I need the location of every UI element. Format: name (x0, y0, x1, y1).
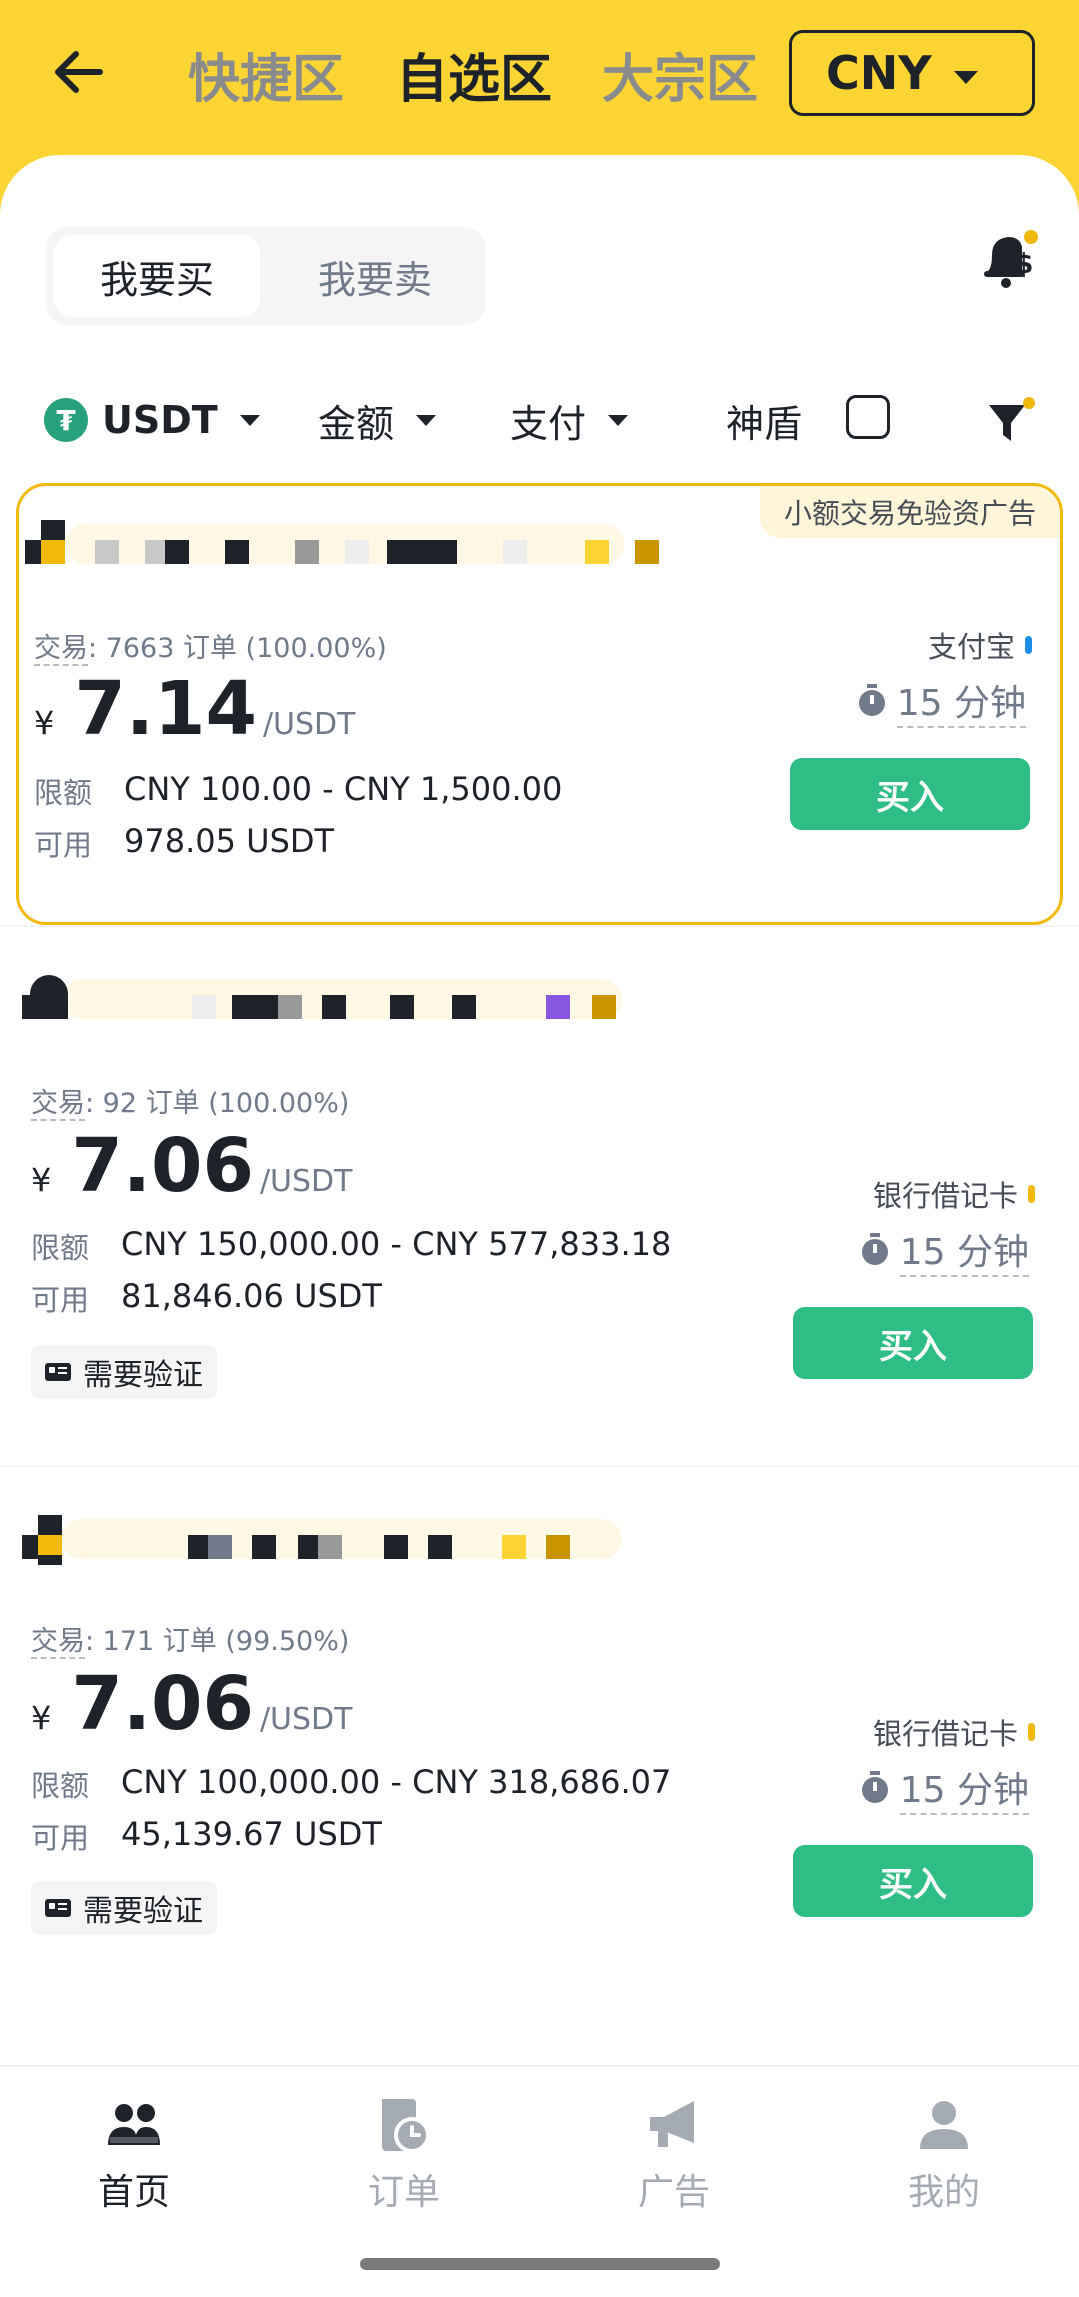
verify-badge: 需要验证 (31, 1345, 217, 1399)
shield-checkbox[interactable] (846, 395, 890, 439)
buy-sell-toggle: 我要买 我要卖 (46, 227, 486, 325)
limit-row: 限额 CNY 100,000.00 - CNY 318,686.07 (31, 1763, 672, 1803)
available-row: 可用 978.05 USDT (34, 822, 335, 862)
merchant-name-mosaic (22, 1515, 662, 1565)
id-card-icon (45, 1363, 71, 1381)
payment-time: 15 分钟 (860, 1223, 1029, 1277)
home-indicator (360, 2258, 720, 2270)
chevron-down-icon (416, 414, 437, 426)
ad-tag: 小额交易免验资广告 (759, 486, 1060, 538)
payment-time: 15 分钟 (860, 1761, 1029, 1815)
payment-time: 15 分钟 (857, 674, 1026, 728)
back-arrow-icon[interactable] (50, 42, 110, 102)
nav-profile[interactable]: 我的 (874, 2095, 1014, 2215)
limit-row: 限额 CNY 100.00 - CNY 1,500.00 (34, 770, 563, 810)
filter-bar: ₮ USDT 金额 支付 神盾 (0, 375, 1079, 465)
user-icon (920, 2101, 968, 2149)
payment-color-bar (1028, 1185, 1035, 1203)
limit-row: 限额 CNY 150,000.00 - CNY 577,833.18 (31, 1225, 672, 1265)
payment-color-bar (1028, 1723, 1035, 1741)
asset-label: USDT (102, 398, 218, 442)
tab-quick[interactable]: 快捷区 (188, 44, 344, 116)
timer-icon (858, 684, 885, 716)
people-icon (108, 2104, 160, 2145)
currency-selector[interactable]: CNY (789, 30, 1035, 116)
timer-icon (861, 1771, 888, 1803)
available-row: 可用 45,139.67 USDT (31, 1815, 382, 1855)
main-panel: 我要买 我要卖 $ ₮ USDT 金额 支付 神盾 小额交易免验资广告 交易: … (0, 155, 1079, 2065)
id-card-icon (45, 1899, 71, 1917)
top-header: 快捷区 自选区 大宗区 CNY (0, 0, 1079, 160)
payment-color-bar (1025, 636, 1032, 654)
verify-badge: 需要验证 (31, 1881, 217, 1935)
amount-filter[interactable]: 金额 (318, 375, 437, 465)
tether-icon: ₮ (44, 398, 88, 442)
timer-icon (861, 1233, 888, 1265)
buy-button[interactable]: 买入 (793, 1307, 1033, 1379)
buy-button[interactable]: 买入 (793, 1845, 1033, 1917)
ad-card: 交易: 171 订单 (99.50%) ¥ 7.06 /USDT 限额 CNY … (16, 1465, 1063, 2005)
price: ¥ 7.06 /USDT (31, 1661, 353, 1747)
nav-home[interactable]: 首页 (64, 2095, 204, 2215)
sell-toggle[interactable]: 我要卖 (272, 235, 478, 317)
svg-text:$: $ (1014, 247, 1033, 280)
bell-dollar-icon[interactable]: $ (980, 227, 1040, 297)
nav-orders[interactable]: 订单 (334, 2095, 474, 2215)
trade-stats: 交易: 7663 订单 (100.00%) (34, 633, 387, 666)
price: ¥ 7.06 /USDT (31, 1123, 353, 1209)
payment-method: 支付宝 (928, 624, 1032, 666)
payment-method: 银行借记卡 (873, 1173, 1035, 1215)
payment-label: 支付 (510, 401, 587, 446)
payment-filter[interactable]: 支付 (510, 375, 629, 465)
payment-method: 银行借记卡 (873, 1711, 1035, 1753)
currency-label: CNY (826, 46, 932, 100)
buy-toggle[interactable]: 我要买 (54, 235, 260, 317)
merchant-name-mosaic (25, 520, 665, 570)
buy-button[interactable]: 买入 (790, 758, 1030, 830)
nav-ads[interactable]: 广告 (604, 2095, 744, 2215)
chevron-down-icon (608, 414, 629, 426)
filter-funnel-icon[interactable] (985, 397, 1035, 447)
available-row: 可用 81,846.06 USDT (31, 1277, 382, 1317)
shield-label: 神盾 (726, 401, 803, 446)
order-icon (382, 2099, 430, 2153)
ad-card: 小额交易免验资广告 交易: 7663 订单 (100.00%) ¥ 7.14 /… (16, 483, 1063, 925)
chevron-down-icon (239, 414, 260, 426)
asset-filter[interactable]: ₮ USDT (44, 375, 260, 465)
megaphone-icon (650, 2101, 694, 2147)
chevron-down-icon (954, 71, 978, 84)
trade-stats: 交易: 171 订单 (99.50%) (31, 1626, 350, 1659)
merchant-name-mosaic (22, 975, 662, 1025)
price: ¥ 7.14 /USDT (34, 666, 356, 752)
amount-label: 金额 (318, 401, 395, 446)
tab-custom[interactable]: 自选区 (396, 44, 552, 116)
trade-stats: 交易: 92 订单 (100.00%) (31, 1088, 350, 1121)
tab-bulk[interactable]: 大宗区 (602, 44, 758, 116)
ad-card: 交易: 92 订单 (100.00%) ¥ 7.06 /USDT 限额 CNY … (16, 925, 1063, 1465)
